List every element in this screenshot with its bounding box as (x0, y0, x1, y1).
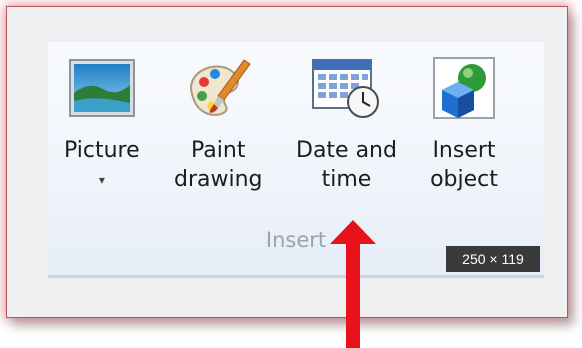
paint-drawing-label-line1: Paint (191, 138, 246, 163)
paint-drawing-label-line2: drawing (174, 167, 263, 192)
insert-object-button[interactable]: Insert object (428, 54, 500, 194)
paint-palette-icon (182, 54, 254, 122)
picture-icon (66, 54, 138, 122)
date-and-time-label-line2: time (321, 167, 372, 192)
insert-object-label-line2: object (430, 167, 498, 192)
dimensions-badge: 250 × 119 (446, 246, 540, 272)
ribbon-insert-group: Picture ▾ Paint drawing Date and time In… (48, 42, 544, 278)
calendar-clock-icon (310, 54, 382, 122)
3d-object-icon (428, 54, 500, 122)
chevron-down-icon[interactable]: ▾ (99, 173, 105, 187)
annotation-arrow-icon (330, 220, 376, 348)
insert-object-label-line1: Insert (432, 138, 496, 163)
paint-drawing-button[interactable]: Paint drawing (174, 54, 263, 194)
picture-button[interactable]: Picture ▾ (64, 54, 140, 187)
date-and-time-label-line1: Date and (296, 138, 397, 163)
date-and-time-button[interactable]: Date and time (296, 54, 397, 194)
picture-label: Picture (64, 138, 140, 163)
